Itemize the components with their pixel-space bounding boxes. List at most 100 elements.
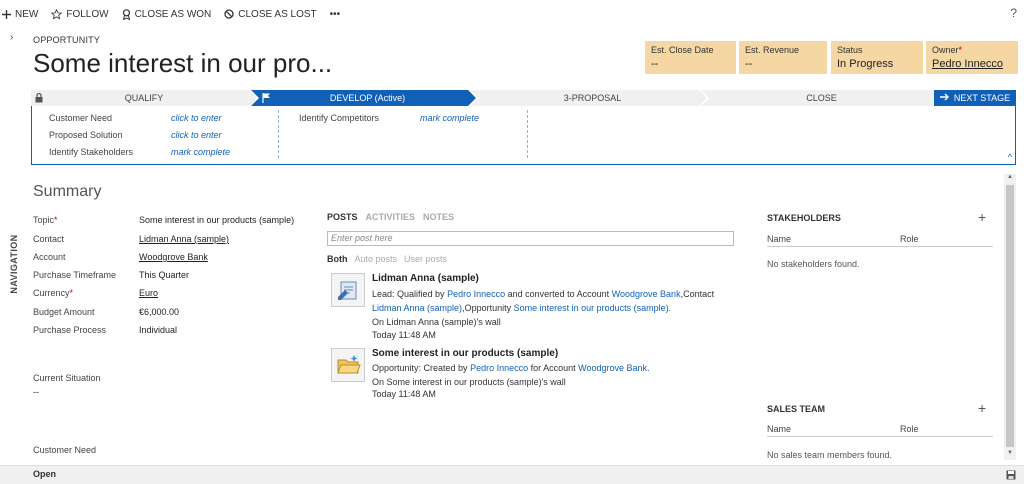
- step-label-proposed-solution: Proposed Solution: [49, 130, 123, 140]
- post-link[interactable]: Some interest in our products (sample): [514, 303, 669, 313]
- column-header-name[interactable]: Name: [767, 234, 791, 244]
- field-value-purchase-timeframe[interactable]: This Quarter: [139, 270, 189, 280]
- stakeholders-empty-message: No stakeholders found.: [767, 259, 860, 269]
- collapse-chevron-icon[interactable]: ^: [1008, 152, 1012, 162]
- filter-user-posts[interactable]: User posts: [404, 254, 447, 264]
- command-bar: NEW FOLLOW CLOSE AS WON CLOSE AS LOST ••…: [0, 0, 1024, 28]
- field-value-purchase-process[interactable]: Individual: [139, 325, 177, 335]
- new-button[interactable]: NEW: [2, 9, 38, 20]
- step-action-identify-stakeholders[interactable]: mark complete: [171, 147, 230, 157]
- stage-close[interactable]: CLOSE: [709, 90, 934, 106]
- status-footer: Open: [0, 465, 1024, 484]
- navigation-toggle[interactable]: NAVIGATION: [2, 232, 26, 296]
- owner-link[interactable]: Pedro Innecco: [932, 58, 1012, 70]
- stage-proposal[interactable]: 3-PROPOSAL: [478, 90, 707, 106]
- stakeholders-title: STAKEHOLDERS: [767, 213, 841, 223]
- ellipsis-icon: •••: [329, 8, 341, 20]
- column-header-name[interactable]: Name: [767, 424, 791, 434]
- record-title[interactable]: Some interest in our pro...: [33, 48, 332, 79]
- sales-team-empty-message: No sales team members found.: [767, 450, 893, 460]
- step-label-identify-competitors: Identify Competitors: [299, 113, 380, 123]
- post-link[interactable]: Woodgrove Bank: [612, 289, 681, 299]
- post-link[interactable]: Pedro Innecco: [470, 363, 528, 373]
- field-label-current-situation: Current Situation: [33, 373, 101, 383]
- filter-both[interactable]: Both: [327, 254, 348, 264]
- folder-icon: [331, 348, 365, 382]
- field-value-contact[interactable]: Lidman Anna (sample): [139, 234, 229, 244]
- step-label-identify-stakeholders: Identify Stakeholders: [49, 147, 134, 157]
- tab-notes[interactable]: NOTES: [423, 212, 454, 222]
- process-bar: QUALIFY DEVELOP (Active) 3-PROPOSAL CLOS…: [31, 90, 1016, 106]
- field-label-topic: Topic*: [33, 215, 58, 225]
- step-action-proposed-solution[interactable]: click to enter: [171, 130, 222, 140]
- field-value-currency[interactable]: Euro: [139, 288, 158, 298]
- help-icon[interactable]: ?: [1010, 6, 1017, 20]
- field-label-budget-amount: Budget Amount: [33, 307, 95, 317]
- post-body-line: Opportunity: Created by Pedro Innecco fo…: [372, 363, 650, 373]
- field-label-purchase-timeframe: Purchase Timeframe: [33, 270, 117, 280]
- add-sales-team-button[interactable]: +: [978, 401, 986, 415]
- block-icon: [224, 9, 234, 19]
- scroll-up-icon[interactable]: ▲: [1004, 174, 1016, 184]
- stakeholders-grid-header: Name Role: [767, 232, 993, 247]
- plus-icon: [2, 9, 11, 19]
- post-link[interactable]: Woodgrove Bank: [578, 363, 647, 373]
- header-field-status[interactable]: Status In Progress: [831, 41, 923, 74]
- post-timestamp: Today 11:48 AM: [372, 330, 436, 340]
- close-as-lost-button[interactable]: CLOSE AS LOST: [224, 9, 317, 20]
- sales-team-grid-header: Name Role: [767, 422, 993, 437]
- header-field-est-close-date[interactable]: Est. Close Date --: [645, 41, 736, 74]
- step-divider: [278, 110, 279, 158]
- lead-qualified-icon: [331, 273, 365, 307]
- required-marker: *: [69, 288, 74, 298]
- summary-section-title: Summary: [33, 183, 102, 200]
- post-input[interactable]: Enter post here: [327, 231, 734, 246]
- entity-type-label: OPPORTUNITY: [33, 35, 101, 45]
- required-marker: *: [958, 45, 963, 55]
- header-field-owner[interactable]: Owner* Pedro Innecco: [926, 41, 1018, 74]
- stage-develop[interactable]: DEVELOP (Active): [259, 90, 476, 106]
- field-label-currency: Currency*: [33, 288, 74, 298]
- field-value-current-situation[interactable]: --: [33, 387, 137, 397]
- post-link[interactable]: Lidman Anna (sample): [372, 303, 462, 313]
- add-stakeholder-button[interactable]: +: [978, 210, 986, 224]
- field-label-account: Account: [33, 252, 66, 262]
- process-steps-panel: Customer Need click to enter Proposed So…: [31, 106, 1016, 165]
- step-action-identify-competitors[interactable]: mark complete: [420, 113, 479, 123]
- step-divider: [527, 110, 528, 158]
- header-field-est-revenue[interactable]: Est. Revenue --: [739, 41, 827, 74]
- next-stage-button[interactable]: NEXT STAGE: [934, 90, 1016, 106]
- required-marker: *: [54, 215, 58, 225]
- post-link[interactable]: Pedro Innecco: [447, 289, 505, 299]
- tab-posts[interactable]: POSTS: [327, 212, 358, 222]
- social-pane-tabs: POSTS ACTIVITIES NOTES: [327, 212, 454, 222]
- arrow-right-icon: [939, 93, 950, 103]
- field-value-account[interactable]: Woodgrove Bank: [139, 252, 208, 262]
- close-as-won-button[interactable]: CLOSE AS WON: [122, 8, 211, 20]
- award-icon: [122, 8, 131, 20]
- field-value-budget-amount[interactable]: €6,000.00: [139, 307, 179, 317]
- field-label-purchase-process: Purchase Process: [33, 325, 107, 335]
- sales-team-title: SALES TEAM: [767, 404, 826, 414]
- post-body-line: Lead: Qualified by Pedro Innecco and con…: [372, 289, 715, 299]
- save-icon[interactable]: [1006, 470, 1016, 483]
- scroll-down-icon[interactable]: ▼: [1004, 450, 1016, 460]
- step-action-customer-need[interactable]: click to enter: [171, 113, 222, 123]
- follow-button[interactable]: FOLLOW: [51, 8, 109, 20]
- post-wall: On Lidman Anna (sample)'s wall: [372, 317, 501, 327]
- column-header-role[interactable]: Role: [900, 234, 919, 244]
- vertical-scrollbar[interactable]: ▲ ▼: [1004, 174, 1016, 460]
- post-wall: On Some interest in our products (sample…: [372, 377, 566, 387]
- tab-activities[interactable]: ACTIVITIES: [366, 212, 416, 222]
- scroll-thumb[interactable]: [1006, 185, 1014, 447]
- post-title[interactable]: Lidman Anna (sample): [372, 273, 479, 284]
- column-header-role[interactable]: Role: [900, 424, 919, 434]
- filter-auto-posts[interactable]: Auto posts: [355, 254, 398, 264]
- more-commands-button[interactable]: •••: [330, 9, 341, 20]
- post-title[interactable]: Some interest in our products (sample): [372, 348, 558, 359]
- field-value-topic[interactable]: Some interest in our products (sample): [139, 215, 294, 225]
- post-filters: Both Auto posts User posts: [327, 254, 447, 264]
- field-label-contact: Contact: [33, 234, 65, 244]
- expand-chevron-icon[interactable]: ›: [10, 32, 13, 43]
- stage-qualify[interactable]: QUALIFY: [31, 90, 257, 106]
